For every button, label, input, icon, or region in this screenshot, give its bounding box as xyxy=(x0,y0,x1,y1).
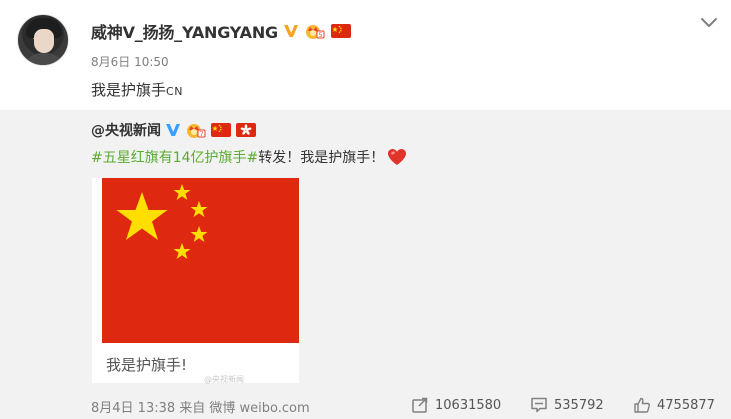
retweet-author-name[interactable]: @央视新闻 xyxy=(91,120,161,140)
repost-count: 10631580 xyxy=(435,397,502,413)
red-heart-icon xyxy=(387,148,407,166)
media-caption: 我是护旗手! xyxy=(106,356,188,374)
svg-text:7: 7 xyxy=(200,131,204,138)
retweet-author-row: @央视新闻 7 xyxy=(91,120,257,140)
comment-icon xyxy=(530,396,548,414)
thumbs-up-icon xyxy=(633,396,651,414)
like-button[interactable]: 4755877 xyxy=(633,396,715,414)
chevron-down-icon[interactable] xyxy=(700,14,718,28)
repost-icon xyxy=(411,396,429,414)
china-flag-image xyxy=(102,178,299,343)
verified-v-icon[interactable] xyxy=(164,121,182,139)
china-flag-emoji xyxy=(210,122,232,138)
author-row: 威神V_扬扬_YANGYANG 5 xyxy=(91,20,352,42)
post-time[interactable]: 8月6日 10:50 xyxy=(91,53,169,70)
author-name[interactable]: 威神V_扬扬_YANGYANG xyxy=(91,19,278,43)
comment-count: 535792 xyxy=(554,397,604,413)
media-card[interactable]: 我是护旗手! @央视新闻 xyxy=(92,178,299,384)
vip-crown-icon[interactable]: 5 xyxy=(304,22,326,40)
hashtag-link[interactable]: #五星红旗有14亿护旗手# xyxy=(91,147,258,167)
svg-text:5: 5 xyxy=(319,32,323,39)
china-flag-emoji xyxy=(330,23,352,39)
retweet-text-body: 转发！我是护旗手！ xyxy=(258,150,385,166)
comment-button[interactable]: 535792 xyxy=(530,396,604,414)
hongkong-flag-emoji xyxy=(235,122,257,138)
retweet-text: #五星红旗有14亿护旗手# 转发！我是护旗手！ xyxy=(91,147,407,167)
post-text-main: 我是护旗手 xyxy=(91,81,167,99)
post-text: 我是护旗手CN xyxy=(91,79,183,100)
retweet-time-source[interactable]: 8月4日 13:38 来自 微博 weibo.com xyxy=(91,397,310,416)
avatar-shirt xyxy=(22,53,66,65)
weibo-post: 威神V_扬扬_YANGYANG 5 8月6日 10:50 我是护旗手CN @央视… xyxy=(0,0,731,419)
like-count: 4755877 xyxy=(657,397,715,413)
retweet-box: @央视新闻 7 #五星红旗有14亿护旗手# 转发！我是护旗手！ 我是护旗手! @… xyxy=(0,110,731,419)
vip-crown-icon[interactable]: 7 xyxy=(185,121,207,139)
post-text-suffix: CN xyxy=(166,85,183,98)
repost-button[interactable]: 10631580 xyxy=(411,396,501,414)
avatar[interactable] xyxy=(17,14,69,66)
avatar-face xyxy=(34,29,54,53)
verified-v-icon[interactable] xyxy=(282,22,300,40)
media-watermark: @央视新闻 xyxy=(204,375,244,384)
